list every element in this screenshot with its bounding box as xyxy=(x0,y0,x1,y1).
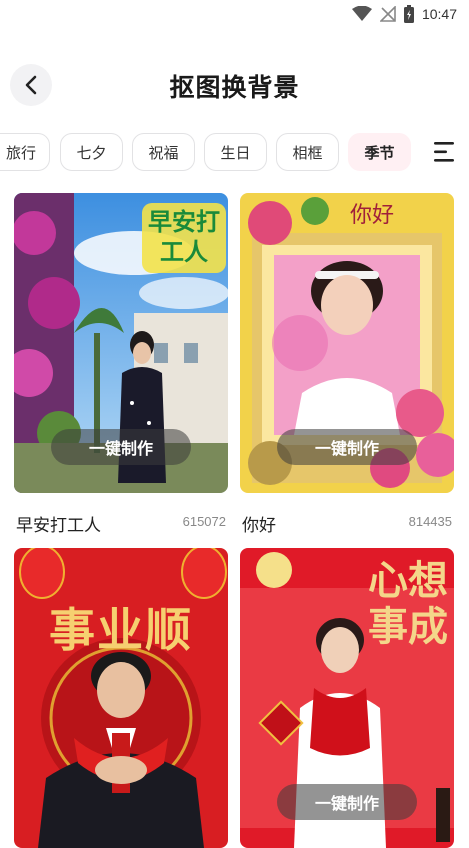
template-title: 早安打工人 xyxy=(16,516,101,536)
tab-label: 祝福 xyxy=(148,143,179,162)
one-click-make-button[interactable]: 一键制作 xyxy=(51,429,191,465)
page-title: 抠图换背景 xyxy=(169,73,300,102)
tab-photo-frame[interactable]: 相框 xyxy=(276,133,339,171)
tab-season[interactable]: 季节 xyxy=(348,133,411,171)
tab-label: 季节 xyxy=(364,143,395,162)
template-card[interactable]: 事业顺 xyxy=(14,548,228,848)
one-click-make-button[interactable]: 一键制作 xyxy=(277,429,417,465)
no-signal-icon xyxy=(379,6,396,22)
tab-blessing[interactable]: 祝福 xyxy=(132,133,195,171)
template-card[interactable]: 你好 一键制作 你好 814435 xyxy=(240,193,454,543)
one-click-make-button[interactable]: 一键制作 xyxy=(277,784,417,820)
template-overlay-text: 事业顺 xyxy=(49,603,193,657)
template-usage-count: 615072 xyxy=(182,514,226,529)
wifi-icon xyxy=(351,6,372,21)
status-icons: 10:47 xyxy=(351,4,457,24)
tab-qixi[interactable]: 七夕 xyxy=(60,133,123,171)
template-card[interactable]: 心想事成 一键制作 xyxy=(240,548,454,848)
menu-icon[interactable] xyxy=(432,139,460,165)
template-title: 你好 xyxy=(242,516,276,536)
header: 抠图换背景 xyxy=(0,58,469,114)
tab-travel[interactable]: 旅行 xyxy=(0,133,50,171)
status-bar: 10:47 xyxy=(0,0,469,30)
template-image[interactable]: 事业顺 xyxy=(14,548,228,848)
status-time: 10:47 xyxy=(421,6,457,22)
template-overlay-text: 你好 xyxy=(350,203,395,228)
tab-label: 七夕 xyxy=(76,143,107,162)
tab-label: 相框 xyxy=(292,143,323,162)
template-overlay-text: 早安打工人 xyxy=(148,208,220,266)
tab-birthday[interactable]: 生日 xyxy=(204,133,267,171)
template-overlay-text: 心想事成 xyxy=(368,558,448,650)
tab-label: 旅行 xyxy=(5,143,36,162)
template-preview-career xyxy=(14,548,228,848)
tab-label: 生日 xyxy=(220,143,251,162)
battery-charging-icon xyxy=(403,5,414,23)
template-image[interactable]: 你好 一键制作 xyxy=(240,193,454,493)
template-image[interactable]: 早安打工人 一键制作 xyxy=(14,193,228,493)
template-image[interactable]: 心想事成 一键制作 xyxy=(240,548,454,848)
template-usage-count: 814435 xyxy=(408,514,452,529)
template-card[interactable]: 早安打工人 一键制作 早安打工人 615072 xyxy=(14,193,228,543)
category-tabs: 旅行 七夕 祝福 生日 相框 季节 xyxy=(0,133,469,173)
